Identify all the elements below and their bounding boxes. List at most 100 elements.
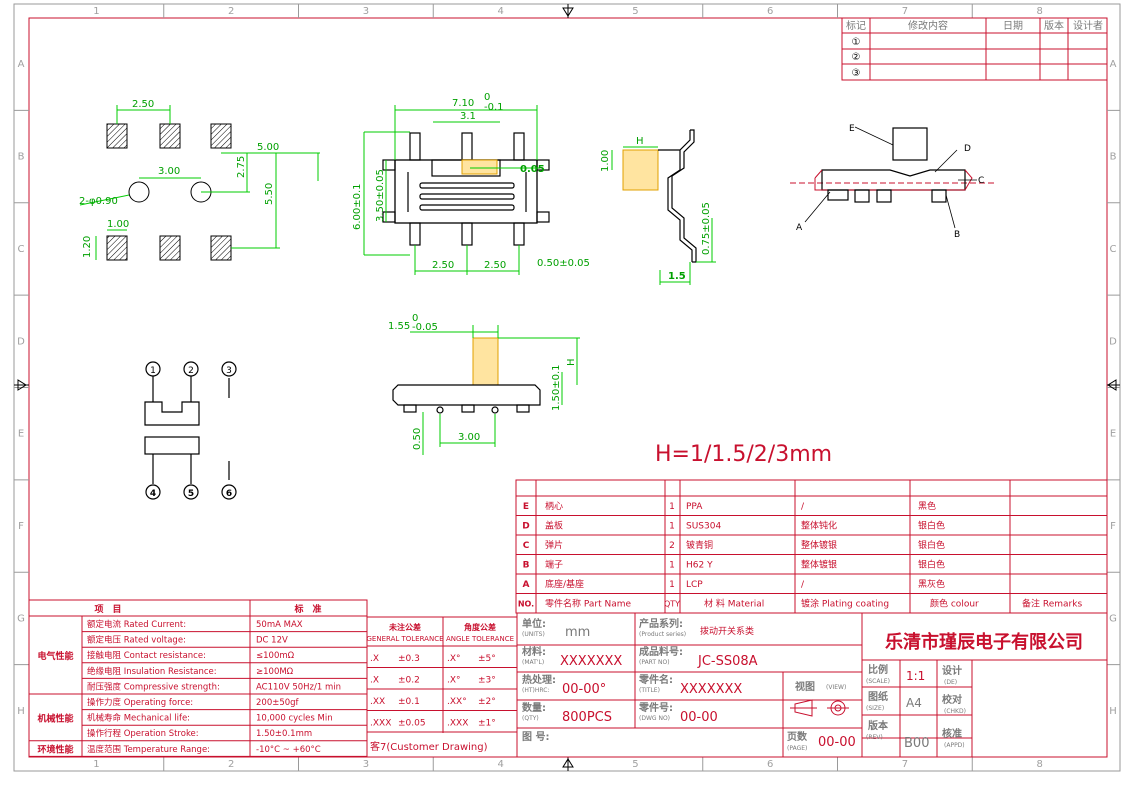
bom-colour: 黑灰色 (918, 578, 945, 590)
size-value: A4 (906, 696, 922, 710)
engineering-drawing: 1122334455667788 A AB BC CD DE EF FG GH H 标记 修改内… (13, 3, 1121, 772)
bom-id: A (523, 580, 530, 590)
title-sub: (TITLE) (639, 687, 660, 694)
tol-general-en: GENERAL TOLERANCE (366, 635, 443, 643)
spec-item: 额定电压 Rated voltage: (87, 635, 186, 646)
bom-colour: 黑色 (918, 500, 936, 512)
dwg-no-value: 00-00 (680, 710, 718, 725)
tol-angle-key: .X° (447, 676, 461, 686)
dim-155-tol-bot: -0.05 (412, 322, 438, 333)
dim-slot: 3.1 (460, 111, 476, 122)
dim-550: 5.50 (264, 183, 275, 205)
bom-colour: 银白色 (918, 539, 945, 551)
label-B: B (954, 230, 960, 240)
spec-value: ≥100MΩ (256, 667, 294, 677)
dim-side-100: 1.00 (600, 150, 611, 172)
tol-general-value: ±0.3 (398, 654, 420, 664)
switch-schematic: 1 2 3 4 5 6 (144, 361, 237, 500)
row-label-G: G (1109, 613, 1117, 624)
heat-sub: (HT)HRC: (522, 687, 549, 694)
row-label-A: A (18, 59, 25, 70)
col-label-1: 1 (93, 759, 99, 770)
bom-id: B (523, 561, 530, 571)
section-view: E D C A B (790, 124, 995, 240)
col-label-5: 5 (632, 759, 638, 770)
rev-header-designer: 设计者 (1073, 19, 1103, 32)
row-label-C: C (18, 244, 25, 255)
dim-side-15: 1.5 (668, 271, 686, 282)
series-sub: (Product series) (639, 631, 686, 638)
pin-3: 3 (226, 366, 232, 376)
tol-general-key: .X (370, 676, 379, 686)
view-label: 视图 (795, 680, 815, 693)
qty-label: 数量: (522, 701, 546, 714)
dim-side-075: 0.75±0.05 (701, 202, 712, 255)
part-no-sub: (PART NO) (639, 659, 670, 666)
rev-header-content: 修改内容 (908, 19, 948, 32)
tol-angle-value: ±2° (478, 697, 496, 707)
col-label-6: 6 (767, 759, 773, 770)
page-value: 00-00 (818, 735, 856, 750)
col-label-3: 3 (363, 759, 369, 770)
col-label-7: 7 (902, 759, 908, 770)
dim-350: 3.50±0.05 (375, 169, 386, 222)
col-label-2: 2 (228, 759, 234, 770)
tol-general-key: .XX (370, 697, 385, 707)
bom-plating: / (801, 502, 805, 512)
tol-angle-key: .XXX (447, 719, 468, 729)
bom-material: SUS304 (686, 522, 721, 532)
row-label-B: B (1110, 152, 1117, 163)
view-sub: (VIEW) (826, 684, 846, 691)
col-label-6: 6 (767, 6, 773, 17)
bom-header-no: NO. (518, 600, 534, 609)
tol-general-key: .X (370, 654, 379, 664)
spec-group-label: 电气性能 (37, 650, 73, 662)
page-sub: (PAGE) (787, 745, 807, 752)
spec-value: DC 12V (256, 636, 288, 646)
spec-value: 1.50±0.1mm (256, 729, 312, 739)
bom-header-colour: 颜色 colour (930, 598, 979, 610)
revision-table: 标记 修改内容 日期 版本 设计者 ① ② ③ (841, 17, 1108, 81)
dim-bottom-h: H (566, 358, 577, 366)
bom-id: C (523, 541, 530, 551)
spec-group-label: 机械性能 (37, 712, 73, 724)
bom-material: H62 Y (686, 561, 713, 571)
heat-label: 热处理: (522, 673, 556, 686)
spec-value: -10°C ~ +60°C (256, 745, 321, 755)
bom-qty: 1 (669, 502, 675, 512)
bom-material: PPA (686, 502, 703, 512)
tol-general-value: ±0.1 (398, 697, 420, 707)
bom-name: 柄心 (545, 500, 563, 512)
size-sub: (SIZE) (866, 705, 884, 712)
part-no-value: JC-SS08A (697, 654, 758, 669)
side-view: H 1.00 0.75±0.05 1.5 (600, 129, 716, 285)
material-sub: (MAT'L) (522, 659, 544, 666)
spec-item: 绝缘电阻 Insulation Resistance: (87, 666, 217, 677)
rev-header-mark: 标记 (846, 20, 866, 32)
dim-pitch-2: 2.50 (484, 260, 506, 271)
bom-plating: 整体钝化 (801, 520, 837, 532)
row-label-D: D (1109, 336, 1117, 347)
units-sub: (UNITS) (522, 631, 545, 638)
bom-material: LCP (686, 580, 703, 590)
row-label-B: B (18, 152, 25, 163)
tol-angle-value: ±1° (478, 719, 496, 729)
rev-header-date: 日期 (1003, 20, 1023, 32)
dim-600: 6.00±0.1 (352, 183, 363, 230)
rev-value: B00 (904, 736, 929, 751)
col-label-4: 4 (497, 759, 503, 770)
bom-plating: 整体镀银 (801, 539, 837, 551)
dim-overall: 7.10 (452, 98, 474, 109)
row-label-E: E (1110, 429, 1116, 440)
size-label: 图纸 (868, 690, 888, 703)
qty-value: 800PCS (562, 710, 612, 725)
row-label-F: F (18, 521, 24, 532)
row-label-A: A (1110, 59, 1117, 70)
pin-5: 5 (188, 489, 194, 499)
tol-angle-value: ±5° (478, 654, 496, 664)
bom-name: 弹片 (545, 539, 563, 551)
row-grid-labels: A AB BC CD DE EF FG GH H (14, 59, 1120, 717)
tolerance-table: 未注公差 GENERAL TOLERANCE 角度公差 ANGLE TOLERANCE… (366, 616, 518, 758)
scale-label: 比例 (868, 663, 888, 676)
spec-group-label: 环境性能 (37, 744, 73, 756)
